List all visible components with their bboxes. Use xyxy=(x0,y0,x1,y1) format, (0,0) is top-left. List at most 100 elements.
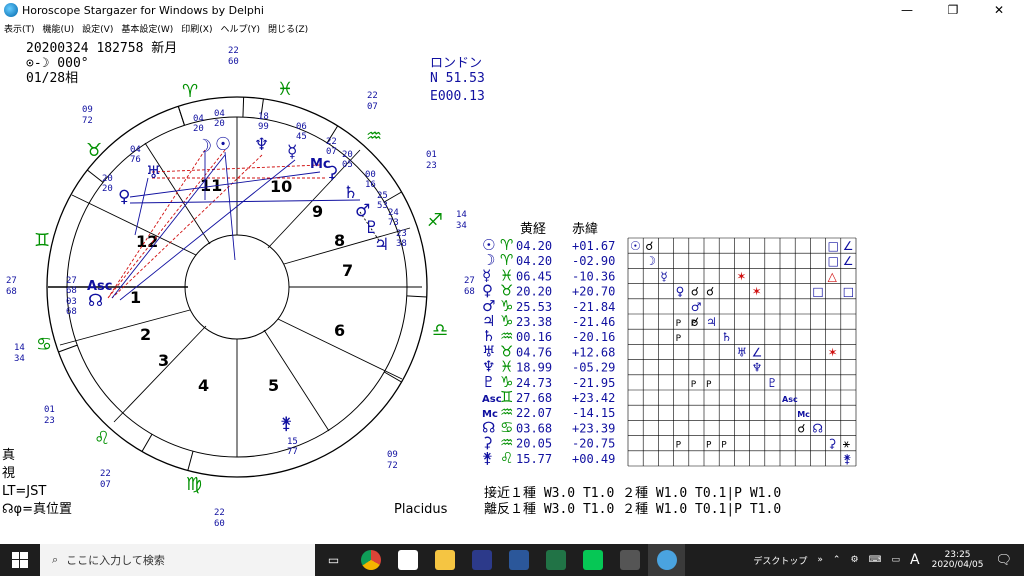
house-system: Placidus xyxy=(394,502,448,517)
house-8: 8 xyxy=(334,231,345,250)
vesta-glyph: ⚵ xyxy=(280,414,292,434)
keyboard-icon[interactable]: ⌨ xyxy=(869,555,882,565)
row-declination: +00.49 xyxy=(572,452,615,466)
line-icon xyxy=(582,550,603,570)
saturn-deg: 00 xyxy=(365,170,376,180)
maximize-button[interactable]: ❐ xyxy=(930,0,976,20)
aspect-mark: ☌ xyxy=(691,285,699,299)
cusp-label: 01 xyxy=(44,405,55,415)
mc-min: 07 xyxy=(326,147,337,157)
line-taskbar[interactable] xyxy=(574,544,611,576)
row-longitude: 23.38 xyxy=(516,315,552,329)
aspect-text: ⊙-☽ 000° xyxy=(26,56,89,71)
start-button[interactable] xyxy=(0,544,40,576)
settings-icon[interactable]: ⚙ xyxy=(850,555,858,565)
aspect-mark: ∠ xyxy=(752,345,763,359)
grid-diagonal-glyph: Asc xyxy=(782,395,798,404)
cusp-label: 72 xyxy=(82,116,93,126)
row-declination: -21.84 xyxy=(572,300,615,314)
stargazer-taskbar[interactable] xyxy=(648,544,685,576)
cusp-label: 09 xyxy=(387,450,398,460)
mercury-glyph: ☿ xyxy=(287,142,297,162)
notification-icon[interactable]: 🗨 xyxy=(995,553,1012,568)
clock[interactable]: 23:25 2020/04/05 xyxy=(932,550,984,570)
sun-deg: 04 xyxy=(193,114,204,124)
chrome-icon xyxy=(360,550,381,570)
mail-icon xyxy=(397,550,418,570)
ime-indicator[interactable]: A xyxy=(910,552,920,568)
menu-settings[interactable]: 設定(V) xyxy=(78,20,117,36)
menu-print[interactable]: 印刷(X) xyxy=(177,20,216,36)
vesta-min: 77 xyxy=(287,447,298,457)
house-9: 9 xyxy=(312,202,323,221)
cusp-label: 60 xyxy=(214,519,225,529)
row-declination: +01.67 xyxy=(572,239,615,253)
mail-taskbar[interactable] xyxy=(389,544,426,576)
row-sign: ♌ xyxy=(500,449,513,467)
grid-diagonal-glyph: ♆ xyxy=(752,361,763,375)
word-taskbar[interactable] xyxy=(500,544,537,576)
aspect-mark: ∠ xyxy=(843,254,854,268)
grid-diagonal-glyph: ☉ xyxy=(630,239,641,253)
photos-taskbar[interactable] xyxy=(611,544,648,576)
chrome-taskbar[interactable] xyxy=(352,544,389,576)
grid-diagonal-glyph: ☽ xyxy=(645,254,656,268)
pisces-sign: ♓ xyxy=(277,79,293,100)
row-longitude: 20.20 xyxy=(516,285,552,299)
node-glyph: ☊ xyxy=(88,291,103,311)
menu-view[interactable]: 表示(T) xyxy=(0,20,39,36)
leo-sign: ♌ xyxy=(94,428,110,449)
row-declination: -05.29 xyxy=(572,361,615,375)
explorer-taskbar[interactable] xyxy=(426,544,463,576)
sign-tick xyxy=(242,97,245,118)
libra-sign: ♎ xyxy=(432,320,448,341)
excel-taskbar[interactable] xyxy=(537,544,574,576)
parallel-mark: P xyxy=(691,380,697,390)
cusp-label: 23 xyxy=(426,161,437,171)
house-cusp-line xyxy=(71,194,197,256)
house-4: 4 xyxy=(198,376,209,395)
aspect-mark: ☌ xyxy=(706,285,714,299)
menu-close[interactable]: 閉じる(Z) xyxy=(264,20,312,36)
cusp-label: 23 xyxy=(44,416,55,426)
folder-icon xyxy=(434,550,455,570)
menu-basic-settings[interactable]: 基本設定(W) xyxy=(117,20,177,36)
aspect-mark: □ xyxy=(843,285,854,299)
menu-function[interactable]: 機能(U) xyxy=(39,20,79,36)
row-longitude: 00.16 xyxy=(516,330,552,344)
row-declination: +23.39 xyxy=(572,421,615,435)
star-app-taskbar[interactable] xyxy=(463,544,500,576)
row-longitude: 04.20 xyxy=(516,254,552,268)
mode-true: 真 xyxy=(2,448,15,463)
taskbar-search[interactable]: ⌕ ここに入力して検索 xyxy=(40,544,315,576)
task-view-button[interactable]: ▭ xyxy=(315,544,352,576)
task-view-icon: ▭ xyxy=(327,553,340,567)
grid-diagonal-glyph: ♀ xyxy=(676,285,685,299)
menu-help[interactable]: ヘルプ(Y) xyxy=(216,20,264,36)
venus-glyph: ♀ xyxy=(118,187,130,207)
phase-text: 01/28相 xyxy=(26,71,78,86)
desktop-toolbar[interactable]: デスクトップ xyxy=(753,554,807,567)
excel-icon xyxy=(545,550,566,570)
system-tray: デスクトップ » ⌃ ⚙ ⌨ ▭ A 23:25 2020/04/05 🗨 xyxy=(753,544,1024,576)
aspect-mark: ✶ xyxy=(828,345,838,359)
chevron-right-icon[interactable]: » xyxy=(817,555,823,565)
display-icon[interactable]: ▭ xyxy=(892,555,901,565)
row-longitude: 18.99 xyxy=(516,361,552,375)
cusp-label: 27 xyxy=(464,276,475,286)
close-button[interactable]: ✕ xyxy=(976,0,1022,20)
row-longitude: 20.05 xyxy=(516,437,552,451)
house-3: 3 xyxy=(158,351,169,370)
minimize-button[interactable]: — xyxy=(884,0,930,20)
datetime-text: 20200324 182758 新月 xyxy=(26,40,177,56)
tray-up-icon[interactable]: ⌃ xyxy=(833,555,841,565)
parallel-mark: P xyxy=(691,319,697,329)
neptune-min: 99 xyxy=(258,122,269,132)
grid-diagonal-glyph: ♅ xyxy=(736,345,747,359)
row-longitude: 04.20 xyxy=(516,239,552,253)
table-row: ⚵ ♌ 15.77 +00.49 xyxy=(482,449,615,467)
cusp-label: 22 xyxy=(367,91,378,101)
row-longitude: 27.68 xyxy=(516,391,552,405)
cusp-label: 14 xyxy=(456,210,467,220)
search-placeholder: ここに入力して検索 xyxy=(66,554,165,567)
